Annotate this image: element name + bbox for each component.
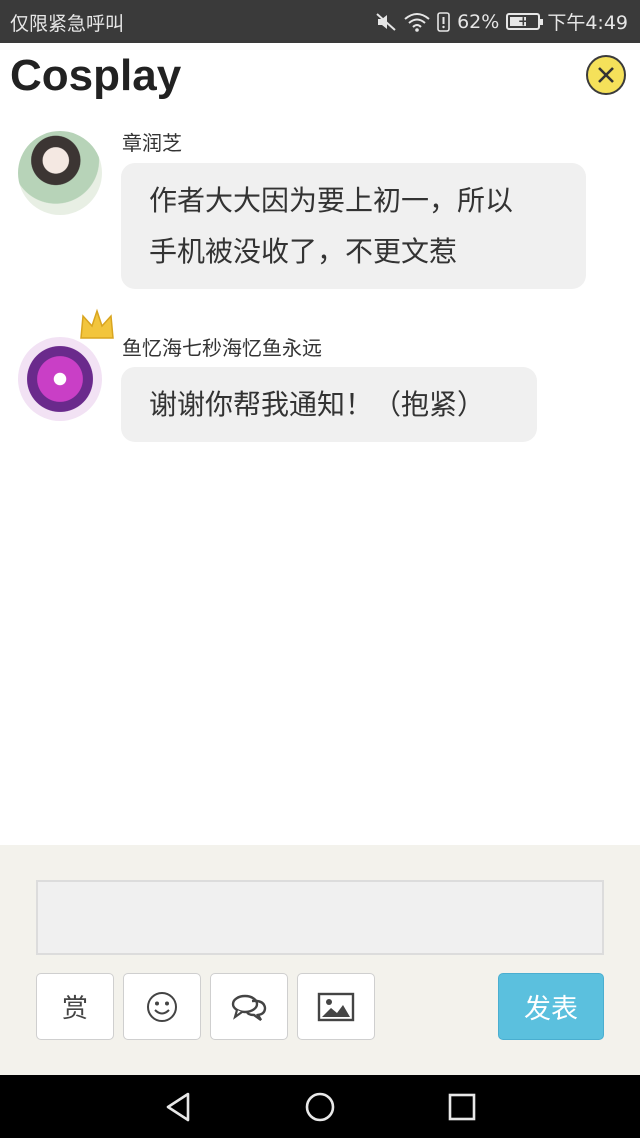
chat-bubbles-icon [231,994,267,1021]
emoji-icon [147,991,177,1022]
image-button[interactable] [297,973,375,1040]
status-icons: 62% + 下午4:49 [375,8,628,35]
message-bubble: 谢谢你帮我通知！（抱紧） [121,367,537,442]
recents-button[interactable] [444,1089,480,1125]
composer: 赏 发表 [0,845,640,1075]
message-bubble: 作者大大因为要上初一，所以 手机被没收了，不更文惹 [121,163,586,289]
header: Cosplay [0,43,640,115]
message-line: 谢谢你帮我通知！（抱紧） [149,388,486,421]
battery-icon: + [506,13,544,30]
wifi-icon [404,12,430,32]
message-line: 作者大大因为要上初一，所以 [149,184,514,217]
home-icon [305,1092,335,1122]
recents-icon [448,1093,476,1121]
image-icon [317,992,355,1021]
avatar[interactable] [18,131,102,215]
charging-icon: + [517,14,529,29]
carrier-text: 仅限紧急呼叫 [10,13,125,35]
sender-name[interactable]: 鱼忆海七秒海忆鱼永远 [122,332,322,361]
crown-icon [80,308,114,339]
close-button[interactable] [586,55,626,95]
reward-button[interactable]: 赏 [36,973,114,1040]
reply-input[interactable] [36,880,604,955]
back-icon [166,1092,190,1122]
comment-button[interactable] [210,973,288,1040]
mute-icon [375,12,397,32]
message-list: 章润芝 作者大大因为要上初一，所以 手机被没收了，不更文惹 鱼忆海七秒海忆鱼永远… [0,115,640,845]
send-button[interactable]: 发表 [498,973,604,1040]
clock: 下午4:49 [547,12,628,34]
page-title: Cosplay [10,51,182,100]
avatar[interactable] [18,337,102,421]
alert-icon [437,11,450,32]
sender-name[interactable]: 章润芝 [122,127,182,156]
status-bar: 仅限紧急呼叫 62% + 下午4:49 [0,0,640,43]
home-button[interactable] [302,1089,338,1125]
message-line: 手机被没收了，不更文惹 [149,235,458,268]
emoji-button[interactable] [123,973,201,1040]
battery-percent: 62% [457,10,500,33]
back-button[interactable] [160,1089,196,1125]
close-icon [598,67,614,83]
nav-bar [0,1075,640,1138]
